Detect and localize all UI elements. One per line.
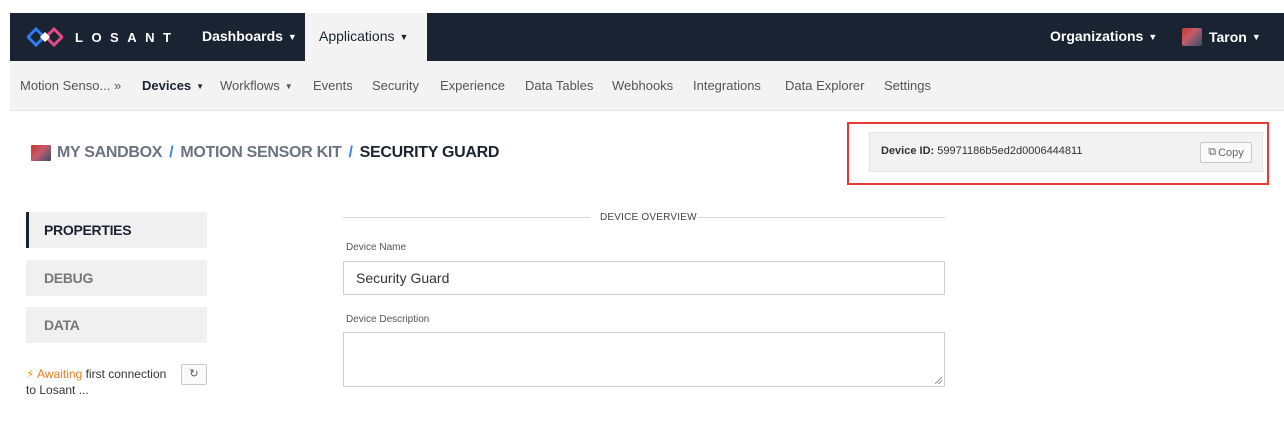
- tab-debug[interactable]: DEBUG: [26, 260, 207, 296]
- subnav-security[interactable]: Security: [372, 61, 419, 111]
- breadcrumb-app[interactable]: MOTION SENSOR KIT: [180, 144, 341, 162]
- caret-down-icon: ▼: [1148, 32, 1158, 42]
- copy-icon: ⧉: [1208, 146, 1217, 158]
- brand-name: LOSANT: [75, 29, 180, 45]
- caret-down-icon: ▼: [1251, 32, 1261, 42]
- subnav-events[interactable]: Events: [313, 61, 353, 111]
- device-name-input[interactable]: Security Guard: [343, 261, 945, 295]
- breadcrumb-separator: /: [169, 144, 174, 161]
- nav-user-menu[interactable]: Taron ▼: [1168, 13, 1275, 61]
- refresh-button[interactable]: ↻: [181, 364, 207, 385]
- copy-button[interactable]: ⧉ Copy: [1200, 142, 1252, 163]
- subnav-data-tables[interactable]: Data Tables: [525, 61, 593, 111]
- tab-data[interactable]: DATA: [26, 307, 207, 343]
- page: LOSANT Dashboards ▼ Applications ▼ Organiz…: [0, 0, 1284, 441]
- breadcrumb-sandbox[interactable]: MY SANDBOX: [57, 144, 162, 162]
- nav-applications[interactable]: Applications ▼: [305, 13, 427, 61]
- device-id-label: Device ID:: [881, 145, 935, 157]
- page-title: SECURITY GUARD: [359, 144, 500, 161]
- user-name: Taron: [1209, 29, 1247, 45]
- device-id-panel: Device ID: 59971186b5ed2d0006444811 ⧉ Co…: [869, 132, 1263, 172]
- avatar: [1182, 28, 1202, 46]
- subnav-integrations[interactable]: Integrations: [693, 61, 761, 111]
- resize-handle-icon[interactable]: [935, 377, 942, 384]
- breadcrumb-separator: /: [348, 144, 353, 161]
- device-description-textarea[interactable]: [343, 332, 945, 387]
- subnav-webhooks[interactable]: Webhooks: [612, 61, 673, 111]
- subnav-workflows-label: Workflows: [220, 78, 280, 93]
- subnav-settings[interactable]: Settings: [884, 61, 931, 111]
- nav-organizations[interactable]: Organizations ▼: [1036, 13, 1171, 61]
- status-awaiting: Awaiting: [37, 367, 83, 381]
- losant-logo-icon: [27, 27, 63, 47]
- section-divider: [698, 217, 945, 218]
- device-id-text: Device ID: 59971186b5ed2d0006444811: [881, 145, 1082, 157]
- device-id-value: 59971186b5ed2d0006444811: [937, 145, 1083, 157]
- breadcrumb: MY SANDBOX / MOTION SENSOR KIT / SECURIT…: [31, 143, 499, 163]
- device-name-label: Device Name: [346, 242, 407, 253]
- subnav-devices[interactable]: Devices ▼: [142, 61, 204, 111]
- caret-down-icon: ▼: [284, 82, 293, 91]
- subnav-workflows[interactable]: Workflows ▼: [220, 61, 293, 111]
- nav-dashboards-label: Dashboards: [202, 28, 283, 44]
- logo[interactable]: LOSANT: [27, 27, 179, 47]
- nav-applications-label: Applications: [319, 28, 395, 44]
- section-title: DEVICE OVERVIEW: [600, 212, 697, 223]
- device-description-label: Device Description: [346, 314, 430, 325]
- subnav-app-home[interactable]: Motion Senso... »: [20, 61, 121, 111]
- caret-down-icon: ▼: [287, 32, 297, 42]
- top-navbar: LOSANT Dashboards ▼ Applications ▼ Organiz…: [10, 13, 1284, 61]
- nav-dashboards[interactable]: Dashboards ▼: [188, 13, 311, 61]
- tab-properties[interactable]: PROPERTIES: [26, 212, 207, 248]
- subnav-devices-label: Devices: [142, 78, 192, 93]
- section-divider: [343, 217, 590, 218]
- nav-organizations-label: Organizations: [1050, 28, 1144, 44]
- subnav-experience[interactable]: Experience: [440, 61, 505, 111]
- refresh-icon: ↻: [189, 368, 199, 380]
- subnav-data-explorer[interactable]: Data Explorer: [785, 61, 864, 111]
- copy-button-label: Copy: [1218, 146, 1244, 159]
- caret-down-icon: ▼: [399, 32, 409, 42]
- connection-status: ⚡ Awaiting first connection to Losant ..…: [26, 366, 176, 398]
- caret-down-icon: ▼: [196, 82, 205, 91]
- sandbox-avatar: [31, 145, 51, 161]
- app-subnav: Motion Senso... » Devices ▼ Workflows ▼ Ev…: [10, 61, 1284, 111]
- plug-icon: ⚡: [26, 367, 35, 381]
